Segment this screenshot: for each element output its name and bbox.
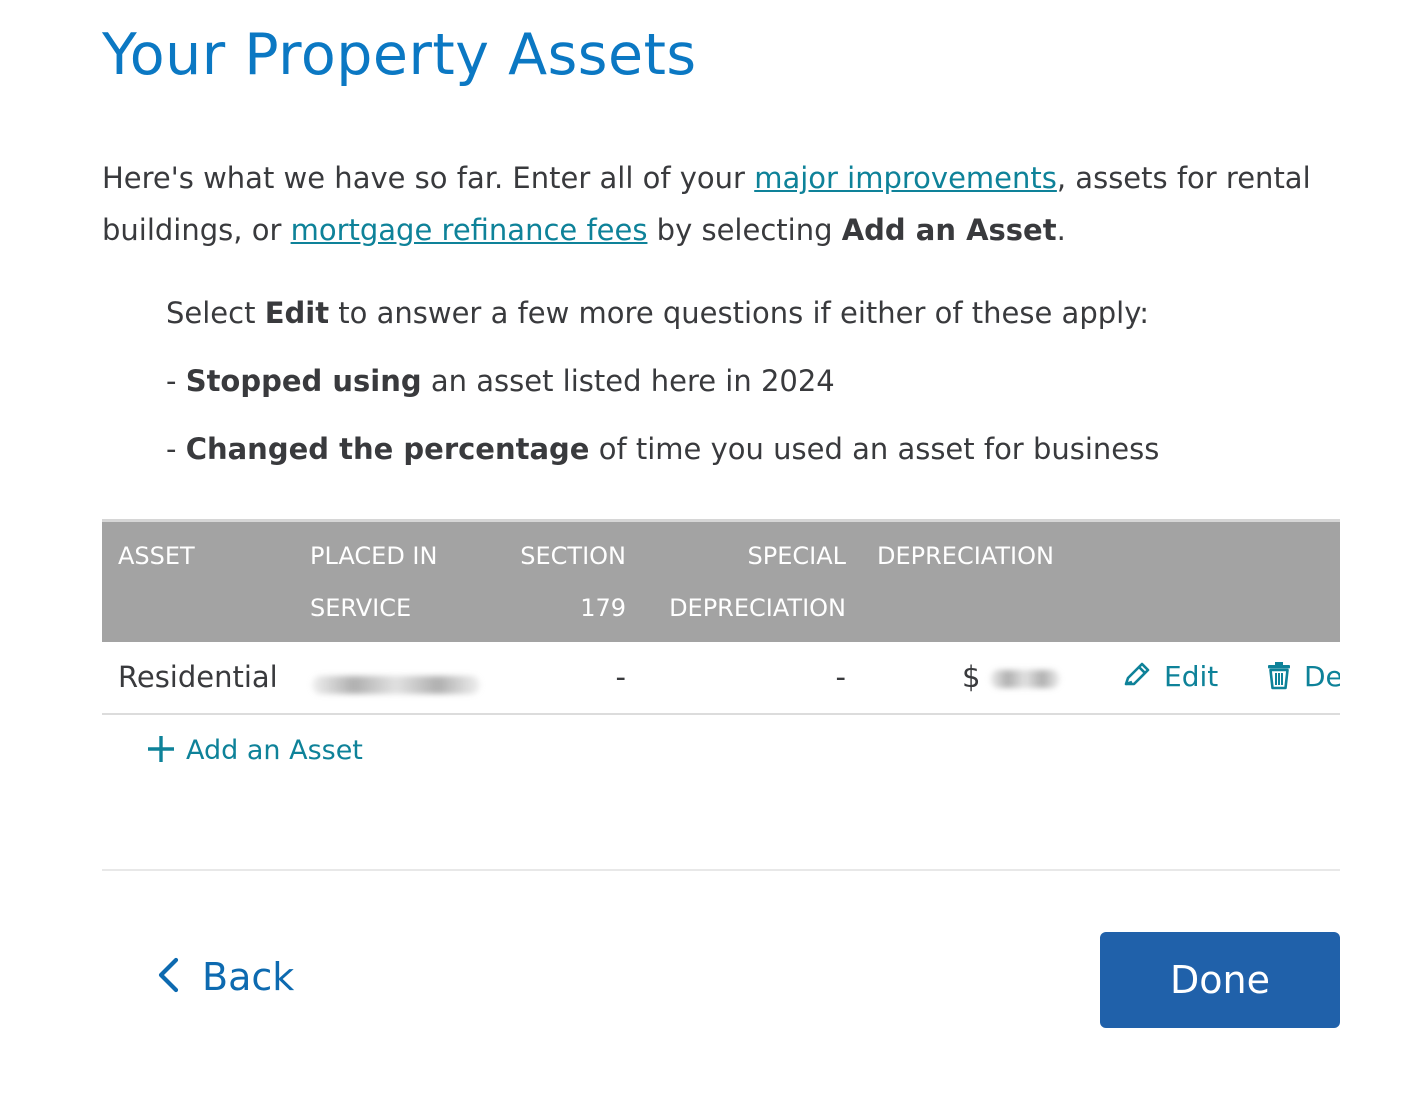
assets-table: ASSET PLACED IN SERVICE SECTION 179 SPEC… — [102, 519, 1340, 719]
cell-placed-in-service-redacted — [312, 666, 480, 700]
intro-text: Here's what we have so far. Enter all of… — [102, 161, 755, 195]
header-section-179: 179 — [580, 594, 626, 622]
redacted-value — [989, 670, 1060, 688]
redacted-value — [312, 676, 480, 694]
delete-button[interactable]: De — [1266, 660, 1340, 693]
bold-text: Stopped using — [185, 364, 422, 398]
intro-bold-add-asset: Add an Asset — [841, 213, 1057, 247]
page-title: Your Property Assets — [102, 22, 697, 88]
back-button[interactable]: Back — [156, 955, 294, 999]
text: to answer a few more questions if either… — [329, 296, 1150, 330]
cell-section-179: - — [615, 660, 626, 694]
header-depreciation: DEPRECIATION — [877, 542, 1054, 570]
header-placed-in-service: SERVICE — [310, 594, 412, 622]
intro-text: by selecting — [647, 213, 842, 247]
currency-symbol: $ — [962, 660, 981, 694]
header-section-179: SECTION — [520, 542, 626, 570]
text: of time you used an asset for business — [589, 432, 1160, 466]
header-special-depreciation: SPECIAL — [747, 542, 847, 570]
edit-button[interactable]: Edit — [1122, 660, 1218, 693]
trash-icon — [1268, 662, 1290, 690]
delete-label: De — [1304, 660, 1340, 693]
header-asset: ASSET — [118, 542, 195, 570]
table-row: Residential - - $ Edit De — [102, 642, 1340, 715]
text: - — [166, 432, 186, 466]
edit-label: Edit — [1164, 660, 1219, 693]
cell-special-depreciation: - — [835, 660, 846, 694]
header-special-depreciation: DEPRECIATION — [669, 594, 846, 622]
cell-asset: Residential — [118, 660, 278, 694]
text: - — [166, 364, 186, 398]
plus-icon — [148, 736, 174, 762]
text: Select — [166, 296, 265, 330]
header-placed-in-service: PLACED IN — [310, 542, 438, 570]
bold-text: Edit — [264, 296, 330, 330]
edit-instruction-line: - Stopped using an asset listed here in … — [166, 364, 835, 398]
bold-text: Changed the percentage — [185, 432, 590, 466]
edit-instruction-line: - Changed the percentage of time you use… — [166, 432, 1159, 466]
edit-instruction-line: Select Edit to answer a few more questio… — [166, 296, 1149, 330]
cell-depreciation: $ — [962, 660, 1060, 694]
intro-paragraph: Here's what we have so far. Enter all of… — [102, 152, 1352, 256]
major-improvements-link[interactable]: major improvements — [754, 161, 1057, 195]
pencil-icon — [1124, 662, 1150, 686]
chevron-left-icon — [158, 957, 179, 993]
text: an asset listed here in 2024 — [421, 364, 835, 398]
section-divider — [102, 869, 1340, 871]
intro-text: . — [1056, 213, 1066, 247]
add-asset-button[interactable]: Add an Asset — [146, 734, 363, 766]
table-header: ASSET PLACED IN SERVICE SECTION 179 SPEC… — [102, 519, 1340, 642]
done-button[interactable]: Done — [1100, 932, 1340, 1028]
add-asset-label: Add an Asset — [186, 735, 363, 766]
back-label: Back — [202, 955, 295, 999]
mortgage-refinance-fees-link[interactable]: mortgage refinance fees — [291, 213, 648, 247]
